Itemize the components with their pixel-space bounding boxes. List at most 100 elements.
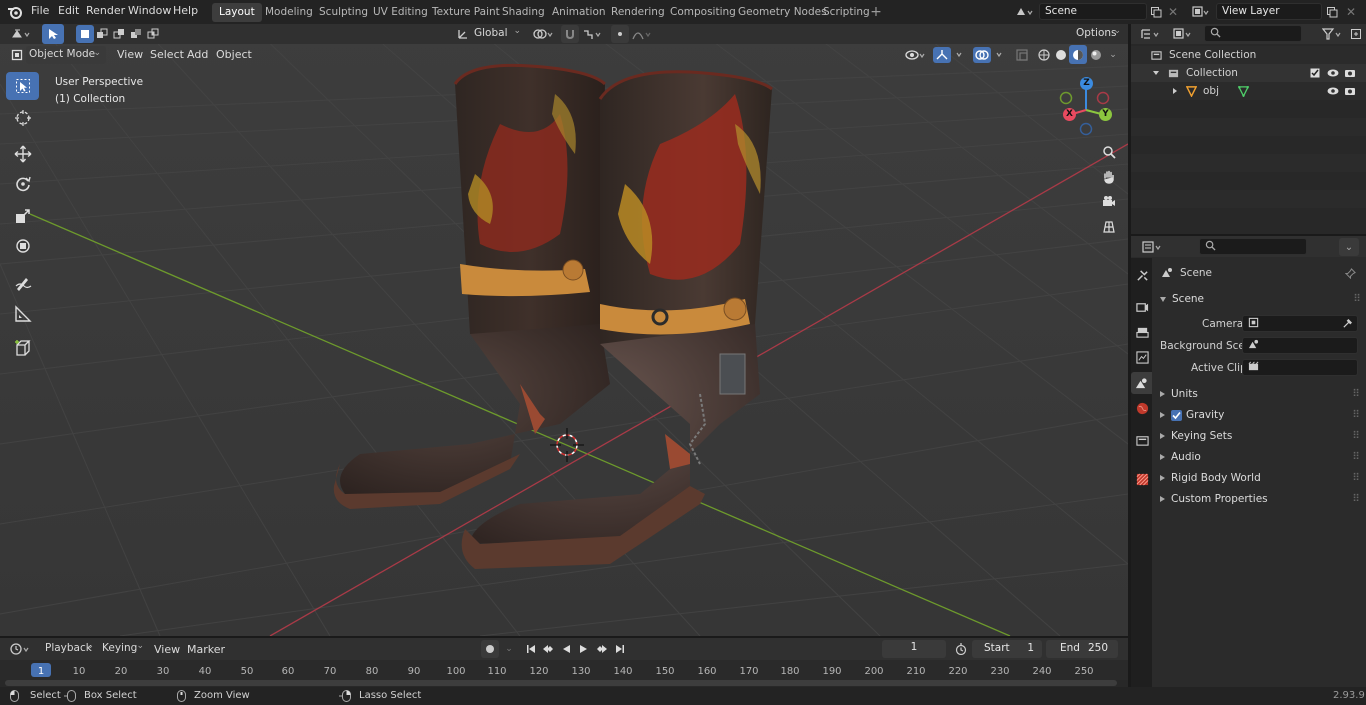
object-mode-dropdown[interactable]: Object Mode ⌄ [26, 46, 106, 64]
camera-render-icon[interactable] [1343, 67, 1357, 79]
current-frame-field[interactable]: 1 [882, 640, 946, 658]
viewport-menu-select[interactable]: Select [150, 48, 184, 61]
select-invert-icon[interactable] [128, 25, 144, 43]
shading-material-icon[interactable] [1069, 45, 1087, 64]
pivot-point-icon[interactable] [530, 25, 558, 43]
scene-name-field[interactable]: Scene [1039, 3, 1147, 20]
area-divider-horizontal[interactable] [0, 636, 1128, 638]
menu-edit[interactable]: Edit [58, 4, 79, 17]
menu-file[interactable]: File [31, 4, 49, 17]
exclude-checkbox-icon[interactable] [1309, 67, 1321, 79]
proportional-editing-icon[interactable] [611, 25, 629, 43]
tool-move[interactable] [6, 140, 39, 168]
tab-modeling[interactable]: Modeling [258, 3, 320, 22]
timeline-editor-type-icon[interactable] [6, 640, 36, 658]
area-divider-horizontal[interactable] [1131, 234, 1366, 236]
drag-handle-icon[interactable]: ⠿ [1353, 293, 1361, 305]
menu-help[interactable]: Help [173, 4, 198, 17]
perspective-toggle-icon[interactable] [1099, 217, 1119, 237]
tool-rotate[interactable] [6, 170, 39, 198]
tool-annotate[interactable] [6, 269, 39, 297]
camera-field[interactable] [1242, 315, 1358, 332]
menu-render[interactable]: Render [86, 4, 125, 17]
transform-orientation-dropdown[interactable]: Global ⌄ [472, 25, 524, 43]
zoom-icon[interactable] [1099, 142, 1119, 162]
jump-to-end-icon[interactable] [611, 640, 629, 658]
tool-cursor[interactable] [6, 104, 39, 132]
properties-editor-type-icon[interactable] [1139, 238, 1167, 256]
tab-animation[interactable]: Animation [545, 3, 613, 22]
menu-window[interactable]: Window [128, 4, 171, 17]
gizmo-z-axis[interactable]: Z [1080, 77, 1093, 90]
shading-solid-icon[interactable] [1053, 46, 1069, 64]
drag-handle-icon[interactable]: ⠿ [1352, 409, 1360, 421]
blender-logo-icon[interactable] [6, 3, 24, 21]
overlays-toggle-icon[interactable] [972, 45, 1008, 65]
drag-handle-icon[interactable]: ⠿ [1352, 493, 1360, 505]
units-panel-header[interactable]: Units ⠿ [1160, 388, 1362, 400]
keying-sets-panel-header[interactable]: Keying Sets ⠿ [1160, 430, 1362, 442]
options-dropdown[interactable]: Options ⌄ [1070, 25, 1124, 43]
editor-type-icon[interactable] [8, 25, 36, 43]
camera-render-icon[interactable] [1343, 85, 1357, 97]
custom-properties-panel-header[interactable]: Custom Properties ⠿ [1160, 493, 1362, 505]
scene-selector-icon[interactable] [1013, 3, 1037, 21]
tab-shading[interactable]: Shading [495, 3, 552, 22]
jump-to-keyframe-prev-icon[interactable] [539, 640, 557, 658]
tool-scale[interactable] [6, 202, 39, 230]
play-reverse-icon[interactable] [557, 640, 575, 658]
scene-panel-header[interactable]: Scene ⠿ [1160, 293, 1362, 305]
view-layer-selector-icon[interactable] [1188, 3, 1214, 21]
outliner-editor-type-icon[interactable] [1137, 25, 1165, 43]
proportional-falloff-icon[interactable] [630, 25, 656, 43]
gizmo-y-axis[interactable]: Y [1099, 108, 1112, 121]
playback-menu[interactable]: Playback ⌄ [42, 640, 96, 658]
shading-rendered-icon[interactable] [1088, 46, 1104, 64]
viewport-menu-view[interactable]: View [117, 48, 143, 61]
tab-world-icon[interactable] [1133, 399, 1151, 417]
camera-view-icon[interactable] [1099, 192, 1119, 212]
pin-icon[interactable] [1343, 266, 1357, 280]
tab-rendering[interactable]: Rendering [604, 3, 672, 22]
3d-viewport[interactable]: Z Y X User Perspective (1) Collection [0, 24, 1128, 636]
timeline-scrollbar[interactable] [5, 680, 1117, 686]
tool-measure[interactable] [6, 300, 39, 328]
tool-transform[interactable] [6, 232, 39, 260]
timeline-menu-marker[interactable]: Marker [187, 643, 225, 656]
outliner-search-input[interactable] [1204, 25, 1302, 42]
snap-toggle-icon[interactable] [561, 25, 579, 43]
auto-keying-icon[interactable] [481, 640, 499, 658]
active-clip-field[interactable] [1242, 359, 1358, 376]
gravity-checkbox[interactable] [1171, 409, 1182, 421]
eye-icon[interactable] [1326, 67, 1340, 79]
drag-handle-icon[interactable]: ⠿ [1352, 430, 1360, 442]
outliner-row-obj[interactable]: obj [1131, 82, 1366, 100]
xray-toggle-icon[interactable] [1013, 46, 1031, 64]
area-divider-vertical[interactable] [1128, 24, 1131, 687]
mesh-data-icon[interactable] [1237, 85, 1249, 97]
expand-chevron-down-icon[interactable] [1151, 68, 1161, 78]
outliner-row-collection[interactable]: Collection [1131, 64, 1366, 82]
filter-icon[interactable] [1319, 25, 1347, 43]
preview-range-stopwatch-icon[interactable] [952, 640, 970, 658]
gravity-panel-header[interactable]: Gravity ⠿ [1160, 409, 1362, 421]
tab-render-icon[interactable] [1133, 298, 1151, 316]
tab-output-icon[interactable] [1133, 323, 1151, 341]
add-workspace-icon[interactable]: + [868, 4, 884, 20]
timeline-menu-view[interactable]: View [154, 643, 180, 656]
close-view-layer-icon[interactable]: ✕ [1344, 3, 1358, 20]
outliner-row-scene-collection[interactable]: Scene Collection [1131, 46, 1366, 64]
shading-wireframe-icon[interactable] [1036, 46, 1052, 64]
display-mode-icon[interactable] [1169, 25, 1197, 43]
copy-view-layer-icon[interactable] [1324, 3, 1340, 20]
expand-chevron-right-icon[interactable] [1170, 86, 1180, 96]
view-layer-field[interactable]: View Layer [1216, 3, 1322, 20]
pan-hand-icon[interactable] [1099, 167, 1119, 187]
tab-scene-icon[interactable] [1131, 372, 1152, 394]
eye-icon[interactable] [1326, 85, 1340, 97]
shading-options-chevron-icon[interactable]: ⌄ [1106, 46, 1120, 64]
tab-view-layer-icon[interactable] [1133, 348, 1151, 366]
drag-handle-icon[interactable]: ⠿ [1352, 472, 1360, 484]
start-frame-field[interactable]: Start 1 [972, 640, 1042, 658]
tab-collection-icon[interactable] [1133, 431, 1151, 449]
